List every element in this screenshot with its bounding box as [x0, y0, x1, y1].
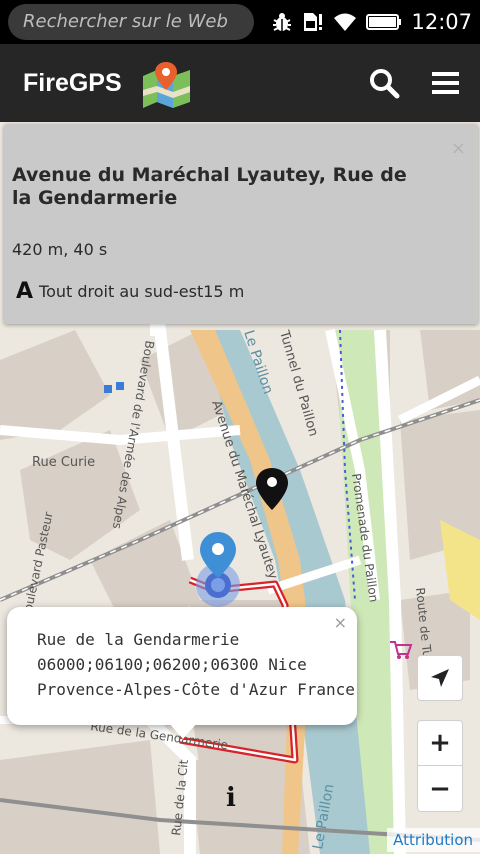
search-button[interactable] — [366, 65, 402, 101]
route-panel-close-button[interactable]: × — [451, 138, 466, 159]
address-popup: × Rue de la Gendarmerie 06000;06100;0620… — [7, 607, 357, 739]
app-bar: FireGPS — [0, 44, 480, 122]
popup-postal-city: 06000;06100;06200;06300 Nice — [37, 655, 307, 674]
map-label-rue-curie: Rue Curie — [32, 455, 95, 470]
popup-street: Rue de la Gendarmerie — [37, 630, 240, 649]
popup-region-country: Provence-Alpes-Côte d'Azur France — [37, 680, 355, 699]
app-title: FireGPS — [23, 69, 122, 97]
sim-alert-icon — [302, 11, 324, 33]
route-instruction-panel: × Avenue du Maréchal Lyautey, Rue de la … — [4, 124, 478, 324]
route-step: A Tout droit au sud-est15 m — [16, 279, 244, 304]
route-step-text: Tout droit au sud-est15 m — [39, 282, 245, 301]
zoom-controls: + − — [417, 720, 463, 812]
popup-address: Rue de la Gendarmerie 06000;06100;06200;… — [37, 627, 355, 702]
map-pin-logo-icon — [140, 60, 194, 112]
zoom-out-button[interactable]: − — [418, 766, 462, 811]
route-destination-address: Avenue du Maréchal Lyautey, Rue de la Ge… — [12, 164, 407, 209]
hamburger-menu-icon[interactable] — [428, 65, 464, 101]
popup-tip — [169, 723, 197, 739]
status-bar: Rechercher sur le Web 12:07 — [0, 0, 480, 44]
wifi-icon — [333, 12, 357, 32]
web-search-field[interactable]: Rechercher sur le Web — [8, 4, 254, 40]
navigation-arrow-icon — [431, 669, 449, 687]
current-location-marker-icon — [196, 532, 240, 607]
battery-icon — [366, 13, 402, 31]
zoom-in-button[interactable]: + — [418, 721, 462, 766]
attribution-link[interactable]: Attribution — [387, 828, 480, 852]
status-clock: 12:07 — [411, 10, 472, 34]
straight-ahead-icon: A — [16, 279, 34, 304]
route-summary: 420 m, 40 s — [12, 240, 108, 259]
locate-me-button[interactable] — [417, 655, 463, 701]
status-icons: 12:07 — [271, 0, 472, 44]
bug-icon — [271, 11, 293, 33]
info-marker-icon: i — [226, 783, 236, 813]
